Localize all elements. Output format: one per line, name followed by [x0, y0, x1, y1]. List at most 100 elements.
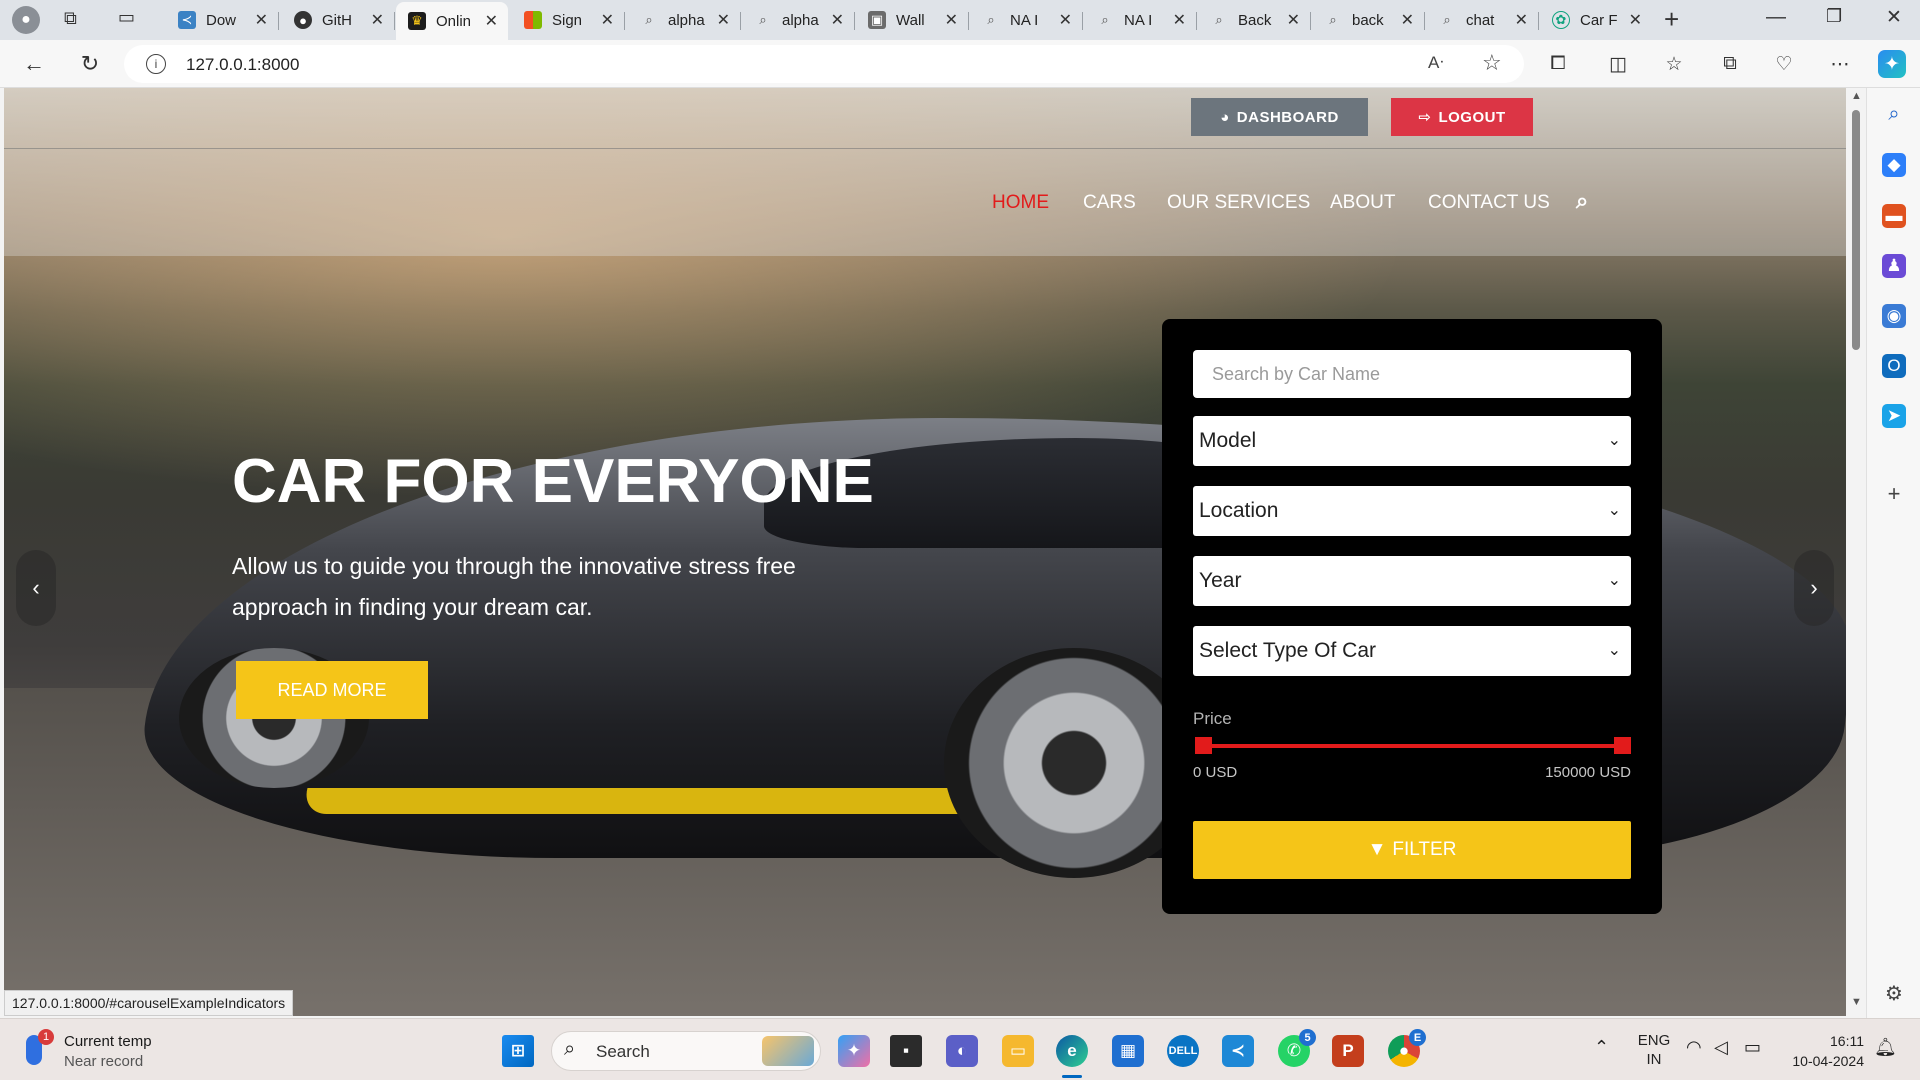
- close-tab-icon[interactable]: ✕: [831, 10, 844, 30]
- nav-cars[interactable]: CARS: [1083, 192, 1136, 214]
- add-sidebar-icon[interactable]: +: [1882, 481, 1906, 506]
- scroll-up-icon[interactable]: ▲: [1851, 90, 1862, 102]
- close-tab-icon[interactable]: ✕: [945, 10, 958, 30]
- close-tab-icon[interactable]: ✕: [1515, 10, 1528, 30]
- price-min-handle[interactable]: [1195, 737, 1212, 754]
- search-icon[interactable]: ⌕: [1576, 188, 1588, 214]
- nav-home[interactable]: HOME: [992, 192, 1049, 214]
- powerpoint-icon[interactable]: P: [1332, 1035, 1364, 1067]
- back-icon[interactable]: ←: [20, 50, 48, 78]
- wifi-icon[interactable]: ◠: [1686, 1037, 1702, 1058]
- search-icon[interactable]: ⌕: [1882, 102, 1906, 126]
- price-max-handle[interactable]: [1614, 737, 1631, 754]
- chrome-icon[interactable]: ● E: [1388, 1029, 1426, 1067]
- outlook-icon[interactable]: O: [1882, 354, 1906, 378]
- new-tab-icon[interactable]: +: [1664, 4, 1679, 35]
- volume-icon[interactable]: ◁: [1714, 1037, 1728, 1058]
- url-text[interactable]: 127.0.0.1:8000: [186, 55, 299, 75]
- whatsapp-icon[interactable]: ✆ 5: [1278, 1029, 1316, 1067]
- read-aloud-icon[interactable]: Aᐧ: [1428, 53, 1444, 73]
- tools-icon[interactable]: ▬: [1882, 204, 1906, 228]
- close-tab-icon[interactable]: ✕: [1401, 10, 1414, 30]
- tab-alpha-1[interactable]: ⌕ alpha ✕: [628, 4, 741, 36]
- refresh-icon[interactable]: ↻: [76, 50, 104, 78]
- taskbar-search-box[interactable]: ⌕ Search: [551, 1031, 821, 1071]
- close-tab-icon[interactable]: ✕: [1287, 10, 1300, 30]
- split-screen-icon[interactable]: ◫: [1604, 50, 1632, 78]
- nav-contact-us[interactable]: CONTACT US: [1428, 192, 1550, 214]
- close-tab-icon[interactable]: ✕: [1629, 10, 1642, 30]
- tab-back-2[interactable]: ⌕ back ✕: [1312, 4, 1425, 36]
- tab-na-1[interactable]: ⌕ NA I ✕: [970, 4, 1083, 36]
- favorites-icon[interactable]: ☆: [1660, 50, 1688, 78]
- site-info-icon[interactable]: i: [146, 54, 166, 74]
- file-explorer-icon[interactable]: ▭: [1002, 1035, 1034, 1067]
- close-tab-icon[interactable]: ✕: [485, 11, 498, 31]
- nav-about[interactable]: ABOUT: [1330, 192, 1395, 214]
- car-name-search-input[interactable]: Search by Car Name: [1193, 350, 1631, 398]
- battery-icon[interactable]: ▭: [1744, 1037, 1761, 1058]
- dell-icon[interactable]: DELL: [1167, 1035, 1199, 1067]
- profile-icon[interactable]: ●: [12, 6, 40, 34]
- carousel-prev-button[interactable]: ‹: [16, 550, 56, 626]
- close-tab-icon[interactable]: ✕: [1173, 10, 1186, 30]
- page-scrollbar[interactable]: ▲ ▼: [1846, 88, 1866, 1016]
- teams-icon[interactable]: ◐: [946, 1035, 978, 1067]
- dashboard-button[interactable]: ◕ DASHBOARD: [1191, 98, 1368, 136]
- vertical-tabs-icon[interactable]: ▭: [118, 7, 142, 31]
- games-icon[interactable]: ♟: [1882, 254, 1906, 278]
- close-tab-icon[interactable]: ✕: [255, 10, 268, 30]
- tab-downloads[interactable]: ≺ Dow ✕: [166, 4, 279, 36]
- logout-button[interactable]: ⇨ LOGOUT: [1391, 98, 1533, 136]
- more-menu-icon[interactable]: ⋯: [1826, 50, 1854, 78]
- notification-bell-icon[interactable]: 🔔︎: [1874, 1037, 1897, 1058]
- tab-na-2[interactable]: ⌕ NA I ✕: [1084, 4, 1197, 36]
- drop-icon[interactable]: ➤: [1882, 404, 1906, 428]
- show-hidden-icons[interactable]: ⌃: [1594, 1037, 1609, 1058]
- tab-sign[interactable]: Sign ✕: [512, 4, 625, 36]
- collections-icon[interactable]: ⧉: [1716, 50, 1744, 78]
- minimize-icon[interactable]: —: [1766, 6, 1786, 29]
- copilot-preview-icon[interactable]: ✦: [838, 1035, 870, 1067]
- year-select[interactable]: Year ⌄: [1193, 556, 1631, 606]
- favorite-star-icon[interactable]: ☆: [1482, 50, 1502, 76]
- price-range-track[interactable]: [1202, 744, 1622, 748]
- store-icon[interactable]: ▦: [1112, 1035, 1144, 1067]
- language-indicator[interactable]: ENG IN: [1634, 1031, 1674, 1069]
- close-tab-icon[interactable]: ✕: [717, 10, 730, 30]
- start-icon[interactable]: ⊞: [502, 1035, 534, 1067]
- tab-chat[interactable]: ⌕ chat ✕: [1426, 4, 1539, 36]
- filter-button[interactable]: ▼ FILTER: [1193, 821, 1631, 879]
- carousel-next-button[interactable]: ›: [1794, 550, 1834, 626]
- close-tab-icon[interactable]: ✕: [601, 10, 614, 30]
- restore-icon[interactable]: ❐: [1826, 6, 1842, 27]
- scrollbar-thumb[interactable]: [1852, 110, 1860, 350]
- shopping-icon[interactable]: ◆: [1882, 153, 1906, 177]
- tab-online-active[interactable]: ♛ Onlin ✕: [396, 2, 508, 40]
- weather-widget[interactable]: 1 Current temp Near record: [26, 1029, 196, 1073]
- model-select[interactable]: Model ⌄: [1193, 416, 1631, 466]
- tab-github[interactable]: ● GitH ✕: [282, 4, 395, 36]
- microsoft-365-icon[interactable]: ◉: [1882, 304, 1906, 328]
- nav-our-services[interactable]: OUR SERVICES: [1167, 192, 1310, 214]
- close-tab-icon[interactable]: ✕: [1059, 10, 1072, 30]
- close-window-icon[interactable]: ✕: [1886, 6, 1902, 29]
- edge-icon[interactable]: e: [1056, 1035, 1088, 1067]
- scroll-down-icon[interactable]: ▼: [1851, 996, 1862, 1008]
- location-select[interactable]: Location ⌄: [1193, 486, 1631, 536]
- clock[interactable]: 16:11 10-04-2024: [1780, 1031, 1864, 1071]
- browser-essentials-icon[interactable]: ♡: [1770, 50, 1798, 78]
- extensions-icon[interactable]: ⧠: [1544, 50, 1572, 78]
- car-type-select[interactable]: Select Type Of Car ⌄: [1193, 626, 1631, 676]
- read-more-button[interactable]: READ MORE: [236, 661, 428, 719]
- tab-car-f[interactable]: ✿ Car F ✕: [1540, 4, 1652, 36]
- tab-alpha-2[interactable]: ⌕ alpha ✕: [742, 4, 855, 36]
- copilot-icon[interactable]: ✦: [1878, 50, 1906, 78]
- task-view-icon[interactable]: ▪: [890, 1035, 922, 1067]
- tab-wallpaper[interactable]: ▣ Wall ✕: [856, 4, 969, 36]
- settings-icon[interactable]: ⚙: [1882, 981, 1906, 1005]
- tab-back-1[interactable]: ⌕ Back ✕: [1198, 4, 1311, 36]
- vscode-icon[interactable]: ≺: [1222, 1035, 1254, 1067]
- close-tab-icon[interactable]: ✕: [371, 10, 384, 30]
- omnibox[interactable]: i 127.0.0.1:8000 Aᐧ ☆: [124, 45, 1524, 83]
